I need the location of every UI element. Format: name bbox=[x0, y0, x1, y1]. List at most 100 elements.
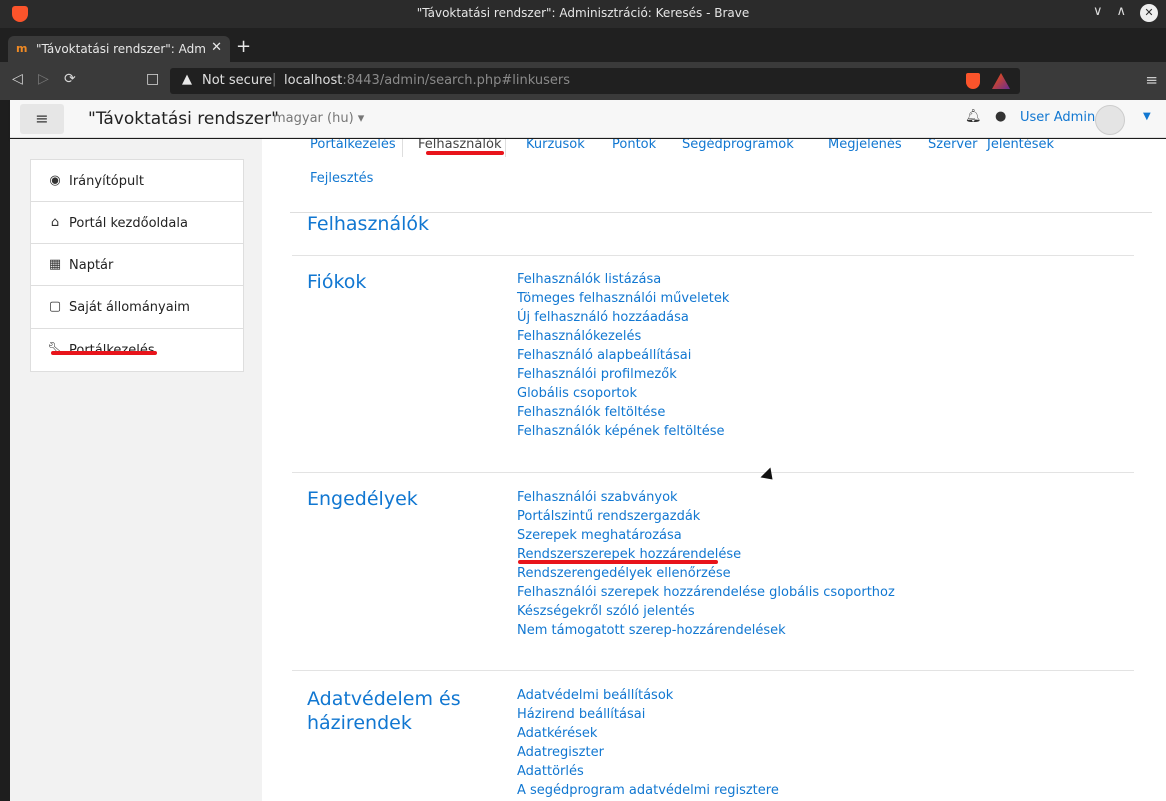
link-assign-cohort-roles[interactable]: Felhasználói szerepek hozzárendelése glo… bbox=[517, 583, 895, 602]
tab-grades[interactable]: Pontok bbox=[612, 139, 656, 152]
section-title-permissions: Engedélyek bbox=[307, 488, 418, 510]
highlight-underline bbox=[51, 351, 157, 355]
link-policy-settings[interactable]: Házirend beállításai bbox=[517, 705, 779, 724]
address-bar[interactable]: ▲ Not secure | localhost:8443/admin/sear… bbox=[170, 68, 1020, 94]
tab-server[interactable]: Szerver bbox=[928, 139, 977, 152]
url-text[interactable]: localhost:8443/admin/search.php#linkuser… bbox=[284, 73, 570, 88]
link-define-roles[interactable]: Szerepek meghatározása bbox=[517, 526, 895, 545]
nav-item-label: Saját állományaim bbox=[69, 300, 190, 315]
nav-item-site-administration[interactable]: 🔧︎ Portálkezelés bbox=[31, 329, 243, 371]
link-privacy-settings[interactable]: Adatvédelmi beállítások bbox=[517, 686, 779, 705]
language-menu[interactable]: magyar (hu) ▾ bbox=[273, 111, 364, 126]
link-data-requests[interactable]: Adatkérések bbox=[517, 724, 779, 743]
link-add-user[interactable]: Új felhasználó hozzáadása bbox=[517, 308, 729, 327]
file-icon: ▢ bbox=[48, 299, 62, 314]
bookmark-icon[interactable]: □ bbox=[146, 71, 159, 87]
caret-down-icon: ▾ bbox=[357, 111, 365, 126]
page-heading: Felhasználók bbox=[307, 213, 430, 235]
window-controls: ∨ ∧ ✕ bbox=[1093, 4, 1158, 22]
tab-courses[interactable]: Kurzusok bbox=[526, 139, 585, 152]
tab-strip: m "Távoktatási rendszer": Admini ✕ bbox=[0, 28, 1166, 62]
nav-item-home[interactable]: ⌂ Portál kezdőoldala bbox=[31, 202, 243, 244]
browser-menu-icon[interactable]: ≡ bbox=[1145, 71, 1158, 89]
home-icon: ⌂ bbox=[50, 215, 60, 230]
close-window-icon[interactable]: ✕ bbox=[1140, 4, 1158, 22]
moodle-favicon-icon: m bbox=[16, 42, 28, 55]
tab-development[interactable]: Fejlesztés bbox=[310, 171, 373, 186]
tab-plugins[interactable]: Segédprogramok bbox=[682, 139, 794, 152]
nav-item-calendar[interactable]: ▦ Naptár bbox=[31, 244, 243, 286]
divider bbox=[292, 670, 1134, 671]
nav-item-label: Portál kezdőoldala bbox=[69, 216, 188, 231]
forward-icon[interactable]: ▷ bbox=[38, 71, 49, 87]
nav-item-private-files[interactable]: ▢ Saját állományaim bbox=[31, 286, 243, 328]
link-user-defaults[interactable]: Felhasználó alapbeállításai bbox=[517, 346, 729, 365]
minimize-icon[interactable]: ∨ bbox=[1093, 4, 1103, 22]
link-browse-users[interactable]: Felhasználók listázása bbox=[517, 270, 729, 289]
divider bbox=[292, 255, 1134, 256]
tab-appearance[interactable]: Megjelenés bbox=[828, 139, 902, 152]
nav-item-dashboard[interactable]: ◉ Irányítópult bbox=[31, 160, 243, 202]
link-plugin-privacy-registry[interactable]: A segédprogram adatvédelmi regisztere bbox=[517, 781, 779, 800]
mouse-cursor-icon bbox=[760, 467, 778, 485]
admin-tabs: Portálkezelés Felhasználók Kurzusok Pont… bbox=[290, 139, 1152, 213]
chat-icon[interactable]: ● bbox=[995, 109, 1006, 124]
link-capability-overview[interactable]: Készségekről szóló jelentés bbox=[517, 602, 895, 621]
link-upload-user-pictures[interactable]: Felhasználók képének feltöltése bbox=[517, 422, 729, 441]
url-host: localhost bbox=[284, 73, 343, 88]
window-titlebar: "Távoktatási rendszer": Adminisztráció: … bbox=[0, 0, 1166, 28]
new-tab-icon[interactable]: + bbox=[236, 36, 251, 57]
reload-icon[interactable]: ⟳ bbox=[64, 71, 76, 87]
back-icon[interactable]: ◁ bbox=[12, 71, 23, 87]
link-user-management[interactable]: Felhasználókezelés bbox=[517, 327, 729, 346]
link-cohorts[interactable]: Globális csoportok bbox=[517, 384, 729, 403]
site-name[interactable]: "Távoktatási rendszer" bbox=[88, 109, 279, 129]
link-site-administrators[interactable]: Portálszintű rendszergazdák bbox=[517, 507, 895, 526]
brave-rewards-icon[interactable] bbox=[992, 73, 1010, 89]
link-data-deletion[interactable]: Adattörlés bbox=[517, 762, 779, 781]
url-path: :8443/admin/search.php#linkusers bbox=[342, 73, 570, 88]
highlight-underline bbox=[518, 560, 718, 564]
not-secure-label[interactable]: Not secure bbox=[202, 73, 272, 88]
section-title-privacy: Adatvédelem és házirendek bbox=[307, 688, 461, 734]
link-check-system-permissions[interactable]: Rendszerengedélyek ellenőrzése bbox=[517, 564, 895, 583]
link-unsupported-role-assignments[interactable]: Nem támogatott szerep-hozzárendelések bbox=[517, 621, 895, 640]
user-menu-caret-icon[interactable]: ▼ bbox=[1143, 111, 1151, 122]
brave-shields-icon[interactable] bbox=[966, 73, 980, 89]
nav-drawer: ◉ Irányítópult ⌂ Portál kezdőoldala ▦ Na… bbox=[10, 139, 262, 801]
link-upload-users[interactable]: Felhasználók feltöltése bbox=[517, 403, 729, 422]
divider bbox=[292, 472, 1134, 473]
drawer-toggle-button[interactable]: ≡ bbox=[20, 104, 64, 134]
address-divider: | bbox=[272, 72, 277, 87]
admin-nav-block: 🔧︎ Portálkezelés bbox=[30, 328, 244, 372]
nav-item-label: Irányítópult bbox=[69, 174, 144, 189]
link-data-registry[interactable]: Adatregiszter bbox=[517, 743, 779, 762]
avatar[interactable] bbox=[1095, 105, 1125, 135]
maximize-icon[interactable]: ∧ bbox=[1116, 4, 1126, 22]
site-navbar: ≡ "Távoktatási rendszer" magyar (hu) ▾ 🔔… bbox=[10, 100, 1166, 138]
calendar-icon: ▦ bbox=[48, 257, 62, 272]
link-profile-fields[interactable]: Felhasználói profilmezők bbox=[517, 365, 729, 384]
window-frame bbox=[0, 100, 10, 801]
browser-tab-title: "Távoktatási rendszer": Admini bbox=[36, 42, 206, 56]
browser-toolbar: ◁ ▷ ⟳ □ ▲ Not secure | localhost:8443/ad… bbox=[0, 62, 1166, 100]
tab-reports[interactable]: Jelentések bbox=[987, 139, 1054, 152]
link-bulk-user-actions[interactable]: Tömeges felhasználói műveletek bbox=[517, 289, 729, 308]
nav-block: ◉ Irányítópult ⌂ Portál kezdőoldala ▦ Na… bbox=[30, 159, 244, 329]
user-name[interactable]: User Admin bbox=[1020, 110, 1095, 125]
warning-icon[interactable]: ▲ bbox=[182, 72, 192, 87]
link-user-policies[interactable]: Felhasználói szabványok bbox=[517, 488, 895, 507]
dashboard-icon: ◉ bbox=[49, 173, 61, 188]
browser-tab[interactable]: m "Távoktatási rendszer": Admini ✕ bbox=[8, 36, 230, 62]
highlight-underline bbox=[426, 151, 504, 155]
main-content: Portálkezelés Felhasználók Kurzusok Pont… bbox=[262, 139, 1166, 801]
close-tab-icon[interactable]: ✕ bbox=[211, 40, 222, 55]
language-label: magyar (hu) bbox=[273, 111, 354, 126]
privacy-links: Adatvédelmi beállítások Házirend beállít… bbox=[517, 686, 779, 800]
permissions-links: Felhasználói szabványok Portálszintű ren… bbox=[517, 488, 895, 640]
accounts-links: Felhasználók listázása Tömeges felhaszná… bbox=[517, 270, 729, 441]
tab-site-administration[interactable]: Portálkezelés bbox=[310, 139, 396, 152]
bell-icon[interactable]: 🔔︎ bbox=[965, 109, 982, 124]
page: ◉ Irányítópult ⌂ Portál kezdőoldala ▦ Na… bbox=[10, 139, 1166, 801]
nav-item-label: Naptár bbox=[69, 258, 114, 273]
